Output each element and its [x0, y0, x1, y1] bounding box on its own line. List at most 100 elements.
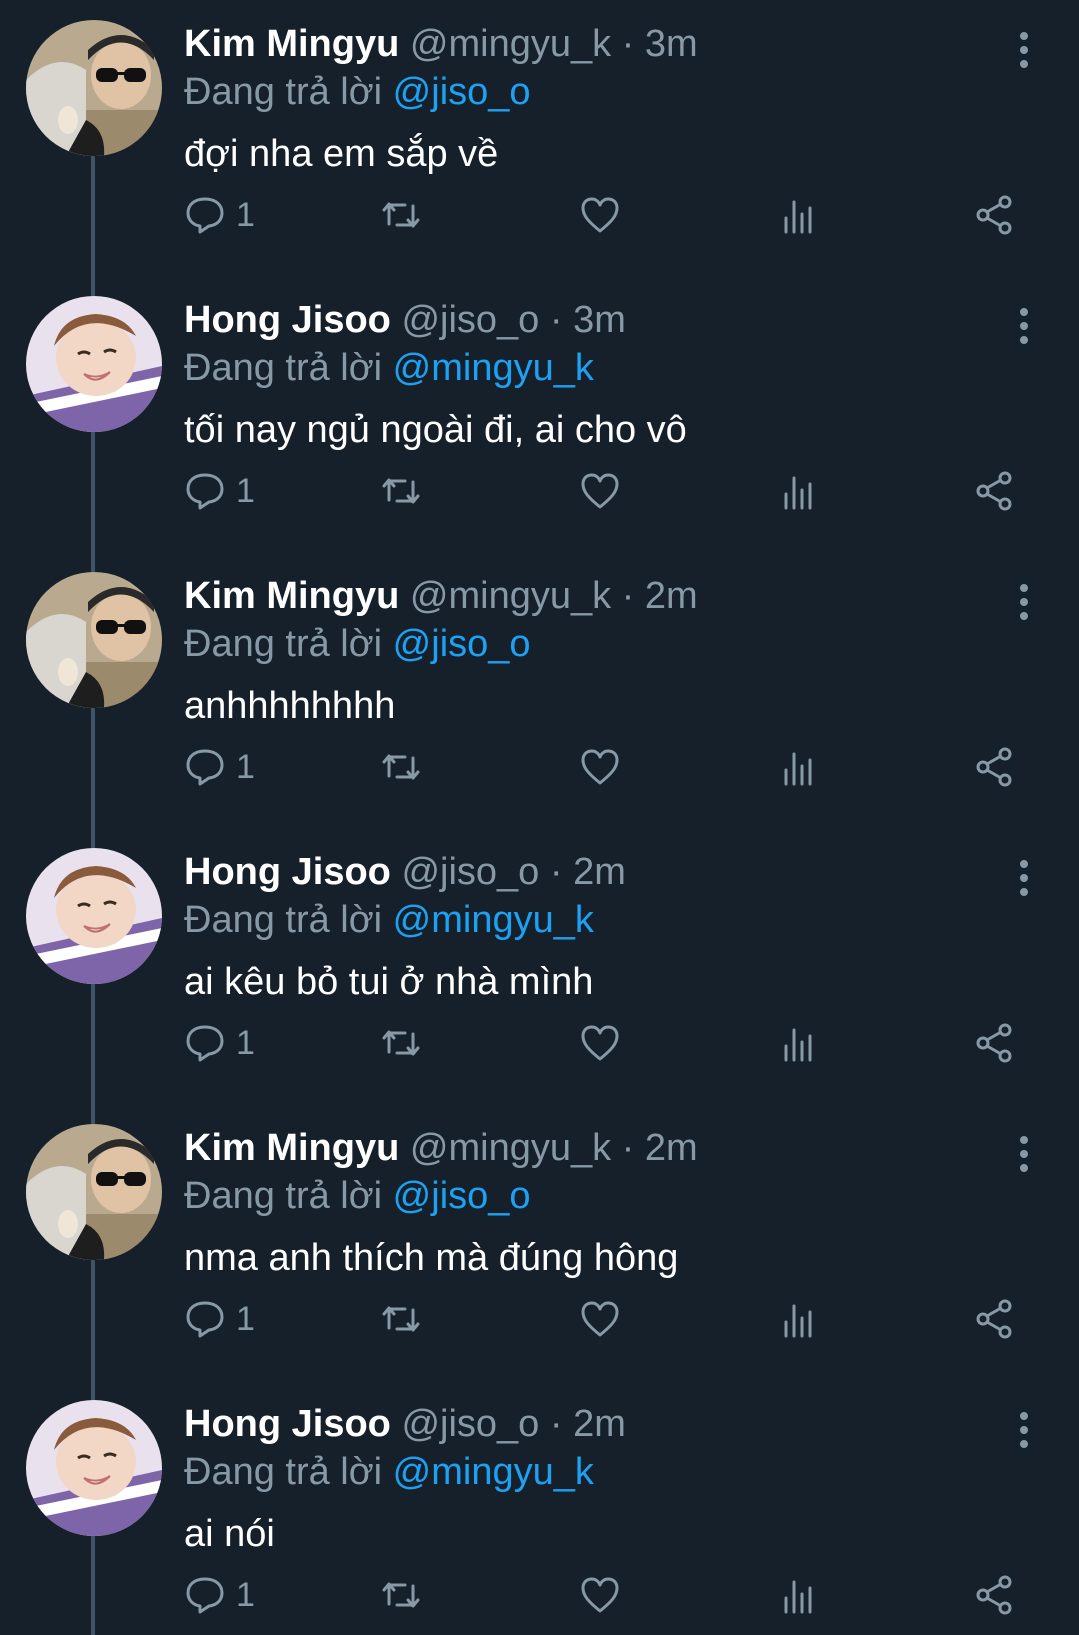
separator: ·: [621, 23, 635, 65]
display-name[interactable]: Hong Jisoo: [184, 1403, 391, 1445]
reply-icon: [186, 749, 224, 786]
more-vertical-icon[interactable]: [1000, 1130, 1048, 1178]
retweet-button[interactable]: [380, 1294, 422, 1344]
retweet-icon: [382, 1306, 420, 1332]
display-name[interactable]: Kim Mingyu: [184, 23, 399, 65]
analytics-icon: [784, 1580, 812, 1614]
analytics-icon: [784, 476, 812, 510]
avatar-mingyu[interactable]: [26, 20, 162, 156]
heart-icon: [581, 1025, 619, 1061]
more-vertical-icon[interactable]: [1000, 854, 1048, 902]
retweet-button[interactable]: [380, 190, 422, 240]
analytics-button[interactable]: [778, 466, 820, 516]
more-vertical-icon[interactable]: [1000, 578, 1048, 626]
reply-button[interactable]: 1: [184, 742, 255, 792]
retweet-button[interactable]: [380, 1018, 422, 1068]
retweet-button[interactable]: [380, 466, 422, 516]
analytics-button[interactable]: [778, 742, 820, 792]
reply-count: 1: [236, 471, 255, 510]
retweet-icon: [382, 1030, 420, 1056]
like-button[interactable]: [579, 1570, 621, 1620]
tweet[interactable]: Hong Jisoo @jiso_o · 2m Đang trả lời @mi…: [0, 1380, 1079, 1635]
display-name[interactable]: Hong Jisoo: [184, 851, 391, 893]
separator: ·: [549, 299, 563, 341]
tweet[interactable]: Kim Mingyu @mingyu_k · 3m Đang trả lời @…: [0, 0, 1079, 276]
analytics-button[interactable]: [778, 1294, 820, 1344]
reply-count: 1: [236, 1023, 255, 1062]
like-button[interactable]: [579, 1018, 621, 1068]
timestamp[interactable]: 2m: [573, 851, 626, 893]
retweet-icon: [382, 1582, 420, 1608]
display-name[interactable]: Kim Mingyu: [184, 575, 399, 617]
retweet-button[interactable]: [380, 742, 422, 792]
timestamp[interactable]: 3m: [645, 23, 698, 65]
avatar-mingyu[interactable]: [26, 572, 162, 708]
user-handle[interactable]: @jiso_o: [401, 299, 539, 341]
retweet-button[interactable]: [380, 1570, 422, 1620]
like-button[interactable]: [579, 466, 621, 516]
analytics-button[interactable]: [778, 1570, 820, 1620]
timestamp[interactable]: 2m: [645, 1127, 698, 1169]
mention-link[interactable]: @jiso_o: [393, 1175, 531, 1217]
reply-button[interactable]: 1: [184, 1294, 255, 1344]
tweet-actions: 1: [0, 1564, 1079, 1628]
user-handle[interactable]: @mingyu_k: [410, 1127, 611, 1169]
reply-prefix: Đang trả lời: [184, 1175, 383, 1217]
user-handle[interactable]: @jiso_o: [401, 1403, 539, 1445]
more-vertical-icon[interactable]: [1000, 1406, 1048, 1454]
tweet-actions: 1: [0, 1012, 1079, 1076]
reply-icon: [186, 473, 224, 510]
reply-button[interactable]: 1: [184, 1570, 255, 1620]
tweet[interactable]: Kim Mingyu @mingyu_k · 2m Đang trả lời @…: [0, 1104, 1079, 1380]
share-button[interactable]: [973, 466, 1015, 516]
share-button[interactable]: [973, 190, 1015, 240]
mention-link[interactable]: @jiso_o: [393, 71, 531, 113]
reply-prefix: Đang trả lời: [184, 899, 383, 941]
analytics-icon: [784, 200, 812, 234]
replying-to: Đang trả lời @jiso_o: [184, 68, 531, 116]
share-button[interactable]: [973, 1294, 1015, 1344]
avatar-jisoo[interactable]: [26, 848, 162, 984]
separator: ·: [549, 1403, 563, 1445]
avatar-jisoo[interactable]: [26, 1400, 162, 1536]
reply-button[interactable]: 1: [184, 190, 255, 240]
user-handle[interactable]: @mingyu_k: [410, 23, 611, 65]
tweet-header: Kim Mingyu @mingyu_k · 2m: [184, 1124, 698, 1172]
tweet[interactable]: Hong Jisoo @jiso_o · 2m Đang trả lời @mi…: [0, 828, 1079, 1104]
separator: ·: [549, 851, 563, 893]
heart-icon: [581, 473, 619, 509]
user-handle[interactable]: @mingyu_k: [410, 575, 611, 617]
user-handle[interactable]: @jiso_o: [401, 851, 539, 893]
tweet-actions: 1: [0, 184, 1079, 248]
like-button[interactable]: [579, 1294, 621, 1344]
display-name[interactable]: Hong Jisoo: [184, 299, 391, 341]
avatar-mingyu[interactable]: [26, 1124, 162, 1260]
timestamp[interactable]: 2m: [573, 1403, 626, 1445]
reply-button[interactable]: 1: [184, 466, 255, 516]
mention-link[interactable]: @jiso_o: [393, 623, 531, 665]
share-icon: [976, 1023, 1012, 1063]
mention-link[interactable]: @mingyu_k: [393, 347, 594, 389]
mention-link[interactable]: @mingyu_k: [393, 1451, 594, 1493]
reply-count: 1: [236, 195, 255, 234]
analytics-button[interactable]: [778, 1018, 820, 1068]
avatar-jisoo[interactable]: [26, 296, 162, 432]
separator: ·: [621, 575, 635, 617]
like-button[interactable]: [579, 190, 621, 240]
share-button[interactable]: [973, 1018, 1015, 1068]
analytics-button[interactable]: [778, 190, 820, 240]
more-vertical-icon[interactable]: [1000, 302, 1048, 350]
reply-button[interactable]: 1: [184, 1018, 255, 1068]
tweet[interactable]: Hong Jisoo @jiso_o · 3m Đang trả lời @mi…: [0, 276, 1079, 552]
share-button[interactable]: [973, 1570, 1015, 1620]
like-button[interactable]: [579, 742, 621, 792]
timestamp[interactable]: 3m: [573, 299, 626, 341]
display-name[interactable]: Kim Mingyu: [184, 1127, 399, 1169]
timestamp[interactable]: 2m: [645, 575, 698, 617]
tweet-text: tối nay ngủ ngoài đi, ai cho vô: [184, 409, 687, 451]
retweet-icon: [382, 202, 420, 228]
mention-link[interactable]: @mingyu_k: [393, 899, 594, 941]
share-button[interactable]: [973, 742, 1015, 792]
more-vertical-icon[interactable]: [1000, 26, 1048, 74]
tweet[interactable]: Kim Mingyu @mingyu_k · 2m Đang trả lời @…: [0, 552, 1079, 828]
